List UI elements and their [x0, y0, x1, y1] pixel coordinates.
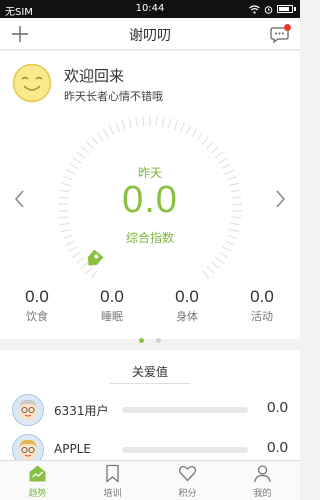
- gauge-tick: [168, 118, 172, 129]
- heart-icon: [178, 465, 197, 482]
- gauge-tick: [218, 251, 228, 258]
- gauge-tick: [96, 132, 104, 142]
- gauge-tick: [85, 141, 94, 150]
- battery-icon: [277, 5, 293, 13]
- gauge-tick: [72, 251, 82, 258]
- gauge-tick: [108, 125, 115, 135]
- gauge-tick: [80, 261, 89, 270]
- gauge-tick: [91, 136, 99, 145]
- care-progress-bar: [122, 447, 248, 453]
- gauge-tick: [59, 222, 70, 226]
- stat-diet: 0.0 饮食: [7, 287, 67, 324]
- previous-day-button[interactable]: [12, 188, 28, 210]
- page-dot-1[interactable]: [139, 338, 145, 343]
- stat-label: 饮食: [26, 310, 48, 323]
- gauge-tick: [174, 120, 179, 130]
- gauge-tick: [76, 256, 85, 264]
- tab-points[interactable]: 积分: [150, 461, 225, 500]
- page-indicator: [0, 328, 300, 343]
- gauge-tick: [196, 132, 204, 142]
- stat-label: 睡眠: [101, 310, 123, 323]
- stat-value: 0.0: [250, 287, 274, 306]
- gauge-tick: [222, 246, 232, 252]
- gauge-tick: [128, 118, 132, 129]
- gauge-tick: [81, 146, 90, 154]
- system-icons: [249, 4, 296, 14]
- page-title: 谢叨叨: [129, 28, 171, 44]
- stat-value: 0.0: [25, 287, 49, 306]
- gauge-tick: [90, 270, 98, 279]
- nav-bar: 谢叨叨: [0, 18, 300, 50]
- gauge-tick: [155, 116, 158, 127]
- stat-label: 活动: [251, 310, 273, 323]
- tab-label: 培训: [103, 489, 122, 499]
- stat-value: 0.0: [175, 287, 199, 306]
- bottom-tab-bar: 趋势 培训 积分 我的: [0, 460, 300, 500]
- chevron-right-icon: [276, 190, 285, 208]
- gauge-tick: [115, 122, 121, 133]
- wifi-icon: [249, 4, 260, 14]
- gauge-tick: [85, 266, 94, 275]
- stat-body: 0.0 身体: [157, 287, 217, 324]
- elder-avatar-icon: [12, 394, 44, 426]
- overview-card: 欢迎回来 昨天长者心情不错哦 昨天 0.0 综合指数 0.0 饮食 0.0 睡眠…: [0, 51, 300, 343]
- tab-trend[interactable]: 趋势: [0, 461, 75, 500]
- care-value: 0.0: [267, 439, 288, 456]
- user-name: 6331用户: [54, 404, 109, 418]
- gauge-tick: [215, 256, 224, 264]
- gauge-tick: [218, 157, 228, 164]
- tab-label: 积分: [178, 489, 197, 499]
- home-chart-icon: [29, 465, 46, 482]
- tab-label: 我的: [253, 489, 272, 499]
- gauge-tick: [102, 128, 109, 138]
- tab-training[interactable]: 培训: [75, 461, 150, 500]
- alarm-icon: [264, 5, 273, 14]
- stat-activity: 0.0 活动: [232, 287, 292, 324]
- gauge-tick: [142, 116, 145, 127]
- care-value: 0.0: [267, 399, 288, 416]
- care-title: 关爱值: [131, 365, 168, 379]
- chevron-left-icon: [15, 190, 24, 208]
- gauge-tick: [121, 120, 126, 130]
- status-bar: 无SIM 10:44: [0, 0, 300, 18]
- messages-button[interactable]: [270, 24, 291, 44]
- tab-label: 趋势: [28, 489, 47, 499]
- category-stats: 0.0 饮食 0.0 睡眠 0.0 身体 0.0 活动: [0, 287, 300, 327]
- gauge-tick: [191, 128, 198, 138]
- user-name: APPLE: [54, 442, 91, 456]
- gauge-tick: [161, 116, 165, 128]
- gauge-tick: [210, 146, 219, 154]
- gauge-tick: [202, 270, 210, 279]
- gauge-indicator: [87, 249, 104, 266]
- bookmark-icon: [106, 464, 119, 483]
- gauge-tick: [72, 157, 82, 164]
- gauge-tick: [211, 261, 220, 270]
- gauge-tick: [185, 125, 192, 135]
- stat-sleep: 0.0 睡眠: [82, 287, 142, 324]
- gauge-tick: [206, 141, 215, 150]
- tab-mine[interactable]: 我的: [225, 461, 300, 500]
- care-section: 关爱值 6331用户 0.0 APPLE 0.0: [0, 350, 300, 466]
- battery-tip: [294, 7, 296, 11]
- stat-value: 0.0: [100, 287, 124, 306]
- gauge-tick: [230, 222, 241, 226]
- gauge-tick: [201, 136, 209, 145]
- gauge-tick: [214, 151, 224, 159]
- gauge-tick: [206, 266, 215, 275]
- person-icon: [254, 465, 271, 483]
- care-row[interactable]: 6331用户 0.0: [0, 390, 300, 430]
- overall-score-value: 0.0: [122, 179, 178, 221]
- divider: [110, 383, 190, 384]
- stat-label: 身体: [176, 310, 198, 323]
- gauge-tick: [76, 151, 86, 159]
- notification-dot: [284, 24, 291, 31]
- care-progress-bar: [122, 407, 248, 413]
- page-dot-2[interactable]: [155, 338, 161, 343]
- gauge-tick: [179, 122, 185, 133]
- next-day-button[interactable]: [272, 188, 288, 210]
- gauge-tick: [135, 116, 139, 128]
- overall-score-label: 综合指数: [125, 231, 174, 245]
- gauge-tick: [68, 246, 78, 252]
